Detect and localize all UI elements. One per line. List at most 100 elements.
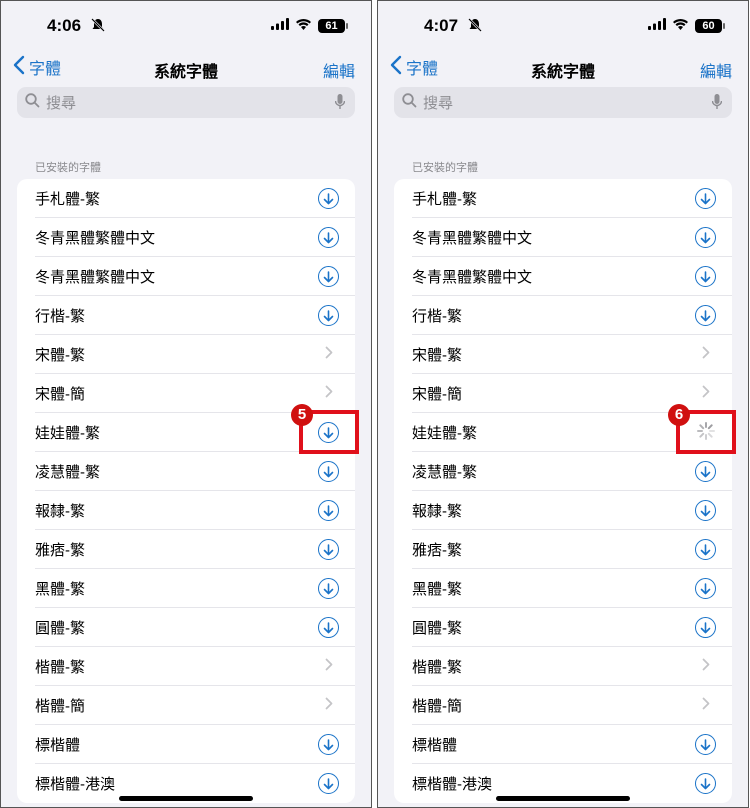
download-icon[interactable] bbox=[318, 305, 339, 326]
row-control[interactable] bbox=[695, 734, 716, 755]
search-field[interactable]: 搜尋 bbox=[17, 87, 355, 118]
font-row[interactable]: 手札體-繁 bbox=[17, 179, 355, 218]
font-row[interactable]: 楷體-簡 bbox=[17, 686, 355, 725]
font-row[interactable]: 雅痞-繁 bbox=[17, 530, 355, 569]
row-control[interactable] bbox=[695, 617, 716, 638]
download-icon[interactable] bbox=[318, 773, 339, 794]
edit-button[interactable]: 編輯 bbox=[700, 58, 732, 82]
font-row[interactable]: 手札體-繁 bbox=[394, 179, 732, 218]
font-row[interactable]: 宋體-繁 bbox=[17, 335, 355, 374]
font-row[interactable]: 標楷體 bbox=[394, 725, 732, 764]
chevron-right-icon[interactable] bbox=[325, 385, 333, 403]
download-icon[interactable] bbox=[695, 461, 716, 482]
row-control[interactable] bbox=[318, 656, 339, 677]
download-icon[interactable] bbox=[695, 617, 716, 638]
row-control[interactable] bbox=[695, 188, 716, 209]
row-control[interactable] bbox=[318, 578, 339, 599]
download-icon[interactable] bbox=[318, 539, 339, 560]
download-icon[interactable] bbox=[318, 578, 339, 599]
font-name-label: 報隸-繁 bbox=[412, 503, 462, 520]
download-icon[interactable] bbox=[318, 500, 339, 521]
status-bar: 4:06 61 bbox=[1, 1, 371, 49]
font-row[interactable]: 行楷-繁 bbox=[17, 296, 355, 335]
chevron-right-icon[interactable] bbox=[702, 697, 710, 715]
font-row[interactable]: 楷體-繁 bbox=[394, 647, 732, 686]
row-control[interactable] bbox=[318, 461, 339, 482]
row-control[interactable] bbox=[318, 305, 339, 326]
row-control[interactable] bbox=[695, 656, 716, 677]
row-control[interactable] bbox=[695, 461, 716, 482]
row-control[interactable] bbox=[318, 539, 339, 560]
download-icon[interactable] bbox=[695, 188, 716, 209]
font-name-label: 楷體-繁 bbox=[35, 659, 85, 676]
edit-button[interactable]: 編輯 bbox=[323, 58, 355, 82]
download-icon[interactable] bbox=[318, 227, 339, 248]
download-icon[interactable] bbox=[695, 539, 716, 560]
chevron-right-icon[interactable] bbox=[702, 346, 710, 364]
row-control[interactable] bbox=[318, 734, 339, 755]
row-control[interactable] bbox=[695, 383, 716, 404]
font-name-label: 標楷體-港澳 bbox=[35, 776, 115, 793]
download-icon[interactable] bbox=[318, 266, 339, 287]
row-control[interactable] bbox=[318, 383, 339, 404]
row-control[interactable] bbox=[318, 266, 339, 287]
download-icon[interactable] bbox=[695, 578, 716, 599]
font-row[interactable]: 標楷體 bbox=[17, 725, 355, 764]
navigation-bar: 字體 系統字體 編輯 bbox=[1, 53, 371, 83]
font-row[interactable]: 凌慧體-繁 bbox=[17, 452, 355, 491]
font-row[interactable]: 楷體-繁 bbox=[17, 647, 355, 686]
download-icon[interactable] bbox=[695, 734, 716, 755]
font-row[interactable]: 黑體-繁 bbox=[394, 569, 732, 608]
font-row[interactable]: 楷體-簡 bbox=[394, 686, 732, 725]
font-row[interactable]: 行楷-繁 bbox=[394, 296, 732, 335]
download-icon[interactable] bbox=[318, 461, 339, 482]
row-control[interactable] bbox=[695, 773, 716, 794]
font-row[interactable]: 冬青黑體繁體中文 bbox=[17, 257, 355, 296]
row-control[interactable] bbox=[695, 539, 716, 560]
chevron-right-icon[interactable] bbox=[702, 658, 710, 676]
search-field[interactable]: 搜尋 bbox=[394, 87, 732, 118]
row-control[interactable] bbox=[695, 227, 716, 248]
row-control[interactable] bbox=[318, 500, 339, 521]
download-icon[interactable] bbox=[695, 305, 716, 326]
font-row[interactable]: 報隸-繁 bbox=[394, 491, 732, 530]
search-icon bbox=[25, 92, 40, 113]
row-control[interactable] bbox=[318, 773, 339, 794]
chevron-right-icon[interactable] bbox=[325, 697, 333, 715]
download-icon[interactable] bbox=[318, 617, 339, 638]
font-row[interactable]: 冬青黑體繁體中文 bbox=[394, 257, 732, 296]
microphone-icon[interactable] bbox=[711, 94, 723, 115]
font-row[interactable]: 圓體-繁 bbox=[394, 608, 732, 647]
font-row[interactable]: 凌慧體-繁 bbox=[394, 452, 732, 491]
row-control[interactable] bbox=[695, 695, 716, 716]
microphone-icon[interactable] bbox=[334, 94, 346, 115]
row-control[interactable] bbox=[318, 344, 339, 365]
font-row[interactable]: 黑體-繁 bbox=[17, 569, 355, 608]
font-row[interactable]: 冬青黑體繁體中文 bbox=[17, 218, 355, 257]
row-control[interactable] bbox=[318, 188, 339, 209]
chevron-right-icon[interactable] bbox=[325, 658, 333, 676]
row-control[interactable] bbox=[695, 305, 716, 326]
row-control[interactable] bbox=[318, 227, 339, 248]
row-control[interactable] bbox=[318, 695, 339, 716]
font-row[interactable]: 圓體-繁 bbox=[17, 608, 355, 647]
battery-icon: 61 bbox=[318, 19, 348, 33]
download-icon[interactable] bbox=[695, 266, 716, 287]
font-row[interactable]: 報隸-繁 bbox=[17, 491, 355, 530]
download-icon[interactable] bbox=[318, 188, 339, 209]
font-name-label: 楷體-簡 bbox=[412, 698, 462, 715]
row-control[interactable] bbox=[695, 344, 716, 365]
row-control[interactable] bbox=[318, 617, 339, 638]
font-row[interactable]: 宋體-繁 bbox=[394, 335, 732, 374]
chevron-right-icon[interactable] bbox=[702, 385, 710, 403]
font-row[interactable]: 雅痞-繁 bbox=[394, 530, 732, 569]
download-icon[interactable] bbox=[695, 500, 716, 521]
download-icon[interactable] bbox=[695, 227, 716, 248]
font-row[interactable]: 冬青黑體繁體中文 bbox=[394, 218, 732, 257]
row-control[interactable] bbox=[695, 266, 716, 287]
row-control[interactable] bbox=[695, 578, 716, 599]
download-icon[interactable] bbox=[318, 734, 339, 755]
download-icon[interactable] bbox=[695, 773, 716, 794]
row-control[interactable] bbox=[695, 500, 716, 521]
chevron-right-icon[interactable] bbox=[325, 346, 333, 364]
